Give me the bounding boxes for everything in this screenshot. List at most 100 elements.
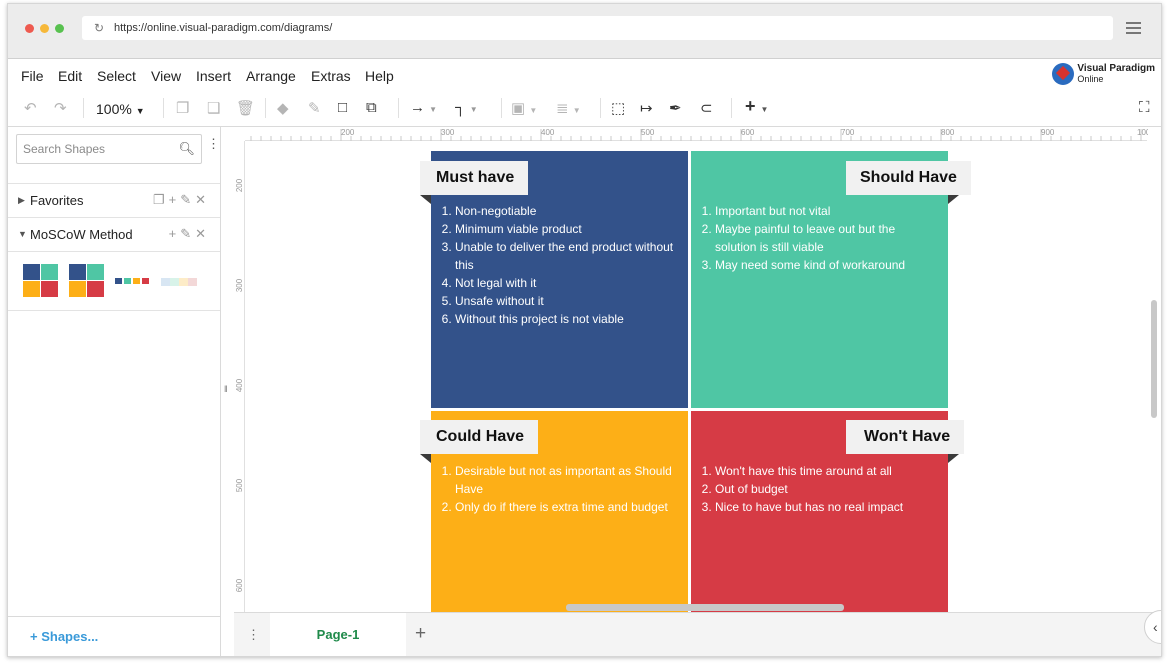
menu-extras[interactable]: Extras	[311, 68, 351, 84]
paste-icon[interactable]: ❑	[207, 99, 220, 117]
format-painter-icon[interactable]: ✒	[669, 99, 682, 117]
could-have-list: Desirable but not as important as Should…	[437, 462, 687, 516]
menu-file[interactable]: File	[21, 68, 44, 84]
fit-page-icon[interactable]: ⬚	[611, 99, 625, 117]
list-item: Only do if there is extra time and budge…	[455, 498, 687, 516]
sidebar-resize-handle[interactable]: ‖	[224, 384, 228, 394]
section-label-favorites: Favorites	[30, 193, 84, 208]
top-ruler-label: 400	[541, 128, 555, 137]
section-moscow[interactable]: ▼ MoSCoW Method +✎✕	[8, 217, 220, 251]
vertical-scroll-thumb[interactable]	[1151, 300, 1157, 418]
list-item: Nice to have but has no real impact	[715, 498, 942, 516]
top-ruler-label: 500	[641, 128, 655, 137]
left-ruler-label: 200	[235, 178, 245, 193]
chevron-down-icon: ▼	[135, 106, 145, 116]
quadrant-title-wont-have[interactable]: Won't Have	[846, 420, 965, 454]
left-ruler-label: 300	[235, 278, 245, 293]
section-favorites[interactable]: ▶ Favorites ❐+✎✕	[8, 183, 220, 217]
address-bar[interactable]: ↻ https://online.visual-paradigm.com/dia…	[82, 16, 1113, 40]
waypoint-icon[interactable]: ┐ ▼	[455, 99, 478, 116]
format-icon[interactable]: ⧉	[366, 99, 377, 116]
pages-menu-icon[interactable]: ⋮	[247, 627, 260, 643]
title-fold	[948, 454, 959, 463]
horizontal-scroll-thumb[interactable]	[566, 604, 844, 611]
toolbar: ↶ ↷ 100% ▼ ❐ ❑ 🗑 ◆ ✎ □ ⧉ → ▼ ┐ ▼ ▣ ▼ ≣ ▼…	[8, 89, 1161, 127]
more-shapes-link[interactable]: + Shapes...	[8, 616, 220, 656]
shape-thumb-4[interactable]	[161, 278, 197, 286]
section-actions[interactable]: ❐+✎✕	[153, 192, 210, 208]
delete-icon[interactable]: 🗑	[236, 99, 255, 117]
list-item: Out of budget	[715, 480, 942, 498]
browser-chrome: ↻ https://online.visual-paradigm.com/dia…	[8, 4, 1161, 59]
shadow-icon[interactable]: □	[338, 99, 347, 116]
search-placeholder: Search Shapes	[23, 142, 106, 156]
add-page-icon[interactable]: +	[415, 623, 426, 645]
fill-color-icon[interactable]: ◆	[277, 99, 289, 117]
list-item: Unable to deliver the end product withou…	[455, 238, 682, 274]
list-item: Minimum viable product	[455, 220, 682, 238]
list-item: Maybe painful to leave out but the solut…	[715, 220, 937, 256]
search-shapes-input[interactable]: Search Shapes 🔍︎	[16, 134, 202, 164]
zoom-select[interactable]: 100% ▼	[96, 101, 145, 117]
search-icon[interactable]: 🔍︎	[178, 135, 195, 163]
list-item: Important but not vital	[715, 202, 937, 220]
top-ruler-label: 800	[941, 128, 955, 137]
browser-menu-icon[interactable]	[1126, 22, 1141, 34]
menu-select[interactable]: Select	[97, 68, 136, 84]
page-bar: ⋮ Page-1 +	[234, 612, 1161, 656]
align-icon[interactable]: ≣ ▼	[556, 99, 581, 117]
redo-icon[interactable]: ↷	[54, 99, 67, 117]
left-ruler-label: 500	[235, 478, 245, 493]
list-item: Non-negotiable	[455, 202, 682, 220]
logo-icon	[1052, 63, 1075, 85]
list-item: Unsafe without it	[455, 292, 682, 310]
list-item: Desirable but not as important as Should…	[455, 462, 687, 498]
browser-window: ↻ https://online.visual-paradigm.com/dia…	[7, 3, 1162, 657]
top-ruler-label: 900	[1041, 128, 1055, 137]
add-icon[interactable]: + ▼	[745, 96, 768, 117]
shapes-link-label: Shapes...	[41, 629, 99, 644]
caret-down-icon: ▼	[18, 229, 27, 239]
top-ruler: 200 300 400 500 600 700 800 900 1000	[245, 127, 1155, 141]
copy-icon[interactable]: ❐	[176, 99, 189, 117]
shape-thumb-3[interactable]	[115, 278, 149, 284]
quadrant-title-should-have[interactable]: Should Have	[846, 161, 971, 195]
url-text: https://online.visual-paradigm.com/diagr…	[114, 22, 333, 34]
shape-thumb-2[interactable]	[69, 264, 104, 297]
shape-thumbnails-svg	[23, 264, 197, 297]
quadrant-title-must-have[interactable]: Must have	[420, 161, 529, 195]
diagram-canvas[interactable]: Non-negotiable Minimum viable product Un…	[246, 141, 1148, 613]
line-color-icon[interactable]: ✎	[308, 99, 321, 117]
list-item: Without this project is not viable	[455, 310, 682, 328]
section-label-moscow: MoSCoW Method	[30, 227, 133, 242]
menu-help[interactable]: Help	[365, 68, 394, 84]
section-actions[interactable]: +✎✕	[169, 226, 210, 242]
menu-arrange[interactable]: Arrange	[246, 68, 296, 84]
close-window-dot[interactable]	[25, 24, 34, 33]
top-ruler-label: 700	[841, 128, 855, 137]
undo-icon[interactable]: ↶	[24, 99, 37, 117]
shape-thumb-1[interactable]	[23, 264, 58, 297]
connector-style-icon[interactable]: → ▼	[410, 99, 437, 116]
page-tab-1[interactable]: Page-1	[270, 613, 406, 656]
minimize-window-dot[interactable]	[40, 24, 49, 33]
maximize-window-dot[interactable]	[55, 24, 64, 33]
magnet-icon[interactable]: ⊂	[700, 99, 713, 117]
reload-icon[interactable]: ↻	[94, 16, 104, 40]
list-item: Won't have this time around at all	[715, 462, 942, 480]
menu-edit[interactable]: Edit	[58, 68, 82, 84]
fullscreen-icon[interactable]: ⛶	[1139, 99, 1150, 116]
left-ruler: 200 300 400 500 600	[231, 141, 245, 612]
left-ruler-label: 600	[235, 578, 245, 593]
zoom-value: 100%	[96, 101, 132, 117]
resize-icon[interactable]: ↦	[640, 99, 653, 117]
sidebar-more-icon[interactable]: ⋮	[207, 137, 220, 150]
menu-view[interactable]: View	[151, 68, 181, 84]
visual-paradigm-logo: Visual Paradigm Online	[1052, 62, 1155, 86]
menu-insert[interactable]: Insert	[196, 68, 231, 84]
top-ruler-label: 200	[341, 128, 355, 137]
title-fold	[420, 454, 431, 463]
arrange-order-icon[interactable]: ▣ ▼	[511, 99, 537, 117]
top-ruler-ticks	[250, 129, 1142, 141]
quadrant-title-could-have[interactable]: Could Have	[420, 420, 539, 454]
